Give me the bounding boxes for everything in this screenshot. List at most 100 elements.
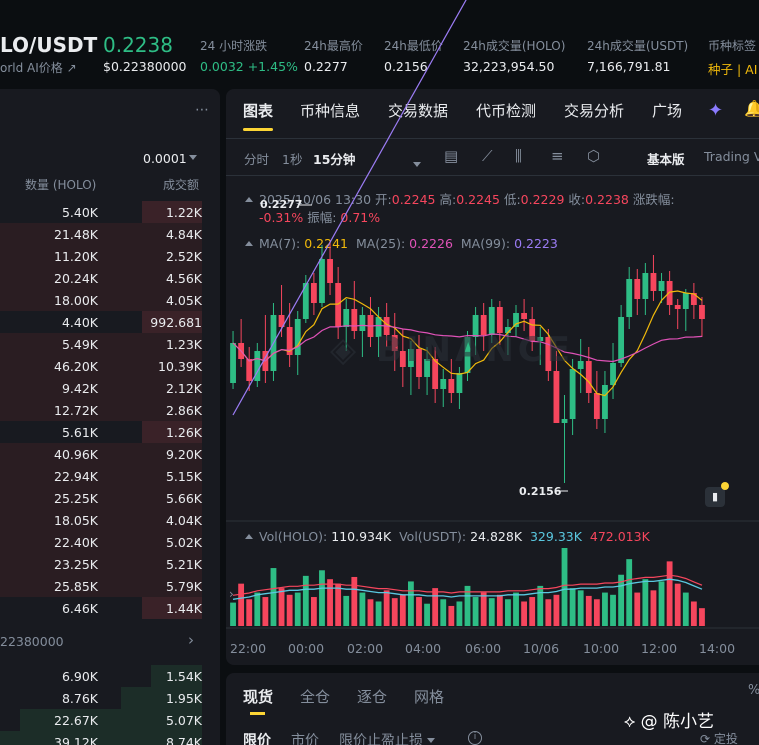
order-limit[interactable]: 限价 xyxy=(243,730,271,745)
ask-qty: 4.40K xyxy=(61,315,98,330)
tab-square[interactable]: 广场 xyxy=(652,100,682,121)
bid-row[interactable]: 22.67K 5.07K xyxy=(0,709,202,731)
ask-row[interactable]: 21.48K 4.84K xyxy=(0,223,202,245)
tf-15m[interactable]: 15分钟 xyxy=(313,149,355,168)
stat-vol-holo-label: 24h成交量(HOLO) xyxy=(463,39,566,53)
auto-invest-link[interactable]: ⟳ 定投 xyxy=(700,730,738,745)
bid-row[interactable]: 6.90K 1.54K xyxy=(0,665,202,687)
ask-row[interactable]: 22.94K 5.15K xyxy=(0,465,202,487)
x-tick-label: 14:00 xyxy=(699,641,736,656)
ask-qty: 18.00K xyxy=(54,293,98,308)
ask-qty: 22.40K xyxy=(54,535,98,550)
ask-qty: 9.42K xyxy=(61,381,98,396)
calendar-icon[interactable]: ▤ xyxy=(444,147,458,165)
ask-total: 1.23K xyxy=(165,337,202,352)
chevron-right-icon[interactable]: › xyxy=(188,631,194,649)
x-tick-label: 00:00 xyxy=(288,641,325,656)
tab-underline xyxy=(250,712,265,715)
bid-total: 5.07K xyxy=(165,713,202,728)
ticker-strip xyxy=(0,0,759,8)
ask-row[interactable]: 20.24K 4.56K xyxy=(0,267,202,289)
bid-row[interactable]: 39.12K 8.74K xyxy=(0,731,202,745)
indicators-icon[interactable]: ≡ xyxy=(551,147,564,165)
collapse-icon[interactable] xyxy=(245,197,253,202)
ask-total: 4.56K xyxy=(165,271,202,286)
high-price-tag: 0.2277 xyxy=(260,198,303,211)
ask-qty: 18.05K xyxy=(54,513,98,528)
ask-row[interactable]: 6.46K 1.44K xyxy=(0,597,202,619)
stat-change-label: 24 小时涨跌 xyxy=(200,39,268,53)
precision-select[interactable]: 0.0001 xyxy=(143,151,187,166)
ai-sparkle-icon[interactable]: ✦ xyxy=(708,100,723,121)
ask-row[interactable]: 18.00K 4.05K xyxy=(0,289,202,311)
ask-row[interactable]: 5.49K 1.23K xyxy=(0,333,202,355)
info-icon[interactable]: i xyxy=(468,731,482,745)
ask-row[interactable]: 40.96K 9.20K xyxy=(0,443,202,465)
candles-icon[interactable]: ⫼ xyxy=(515,147,522,165)
tab-grid[interactable]: 网格 xyxy=(414,686,444,707)
tab-coin-info[interactable]: 币种信息 xyxy=(300,100,360,121)
ask-row[interactable]: 4.40K 992.681 xyxy=(0,311,202,333)
ask-qty: 25.85K xyxy=(54,579,98,594)
ob-col-qty: 数量 (HOLO) xyxy=(25,178,97,192)
bid-row[interactable]: 8.76K 1.95K xyxy=(0,687,202,709)
refresh-icon: ⟳ xyxy=(700,732,711,745)
tab-trade-analysis[interactable]: 交易分析 xyxy=(564,100,624,121)
ask-qty: 5.49K xyxy=(61,337,98,352)
bid-qty: 39.12K xyxy=(54,735,98,745)
collapse-icon[interactable] xyxy=(245,241,253,246)
ask-row[interactable]: 22.40K 5.02K xyxy=(0,531,202,553)
bid-total: 1.95K xyxy=(165,691,202,706)
stat-low-value: 0.2156 xyxy=(384,59,428,74)
chart-note-icon[interactable]: ▮ xyxy=(705,487,725,507)
tab-trade-data[interactable]: 交易数据 xyxy=(388,100,448,121)
tf-1s[interactable]: 1秒 xyxy=(282,149,302,168)
tf-timeline[interactable]: 分时 xyxy=(244,149,269,168)
ask-qty: 23.25K xyxy=(54,557,98,572)
interval-dropdown-icon[interactable] xyxy=(413,153,421,171)
ask-row[interactable]: 46.20K 10.39K xyxy=(0,355,202,377)
chevron-down-icon xyxy=(427,738,436,743)
x-tick-label: 22:00 xyxy=(230,641,267,656)
ask-row[interactable]: 5.40K 1.22K xyxy=(0,201,202,223)
ask-qty: 12.72K xyxy=(54,403,98,418)
stat-tags-value[interactable]: 种子 | AI xyxy=(708,59,757,78)
ask-qty: 46.20K xyxy=(54,359,98,374)
collapse-icon[interactable] xyxy=(245,534,253,539)
tab-token-check[interactable]: 代币检测 xyxy=(476,100,536,121)
expand-left-icon[interactable]: › xyxy=(229,587,234,601)
volume-legend: Vol(HOLO): 110.934K Vol(USDT): 24.828K 3… xyxy=(245,529,650,544)
ask-qty: 6.46K xyxy=(61,601,98,616)
bell-icon[interactable]: 🔔 xyxy=(744,99,759,118)
tab-isolated[interactable]: 逐仓 xyxy=(357,686,387,707)
stat-vol-holo-value: 32,223,954.50 xyxy=(463,59,555,74)
ask-row[interactable]: 11.20K 2.52K xyxy=(0,245,202,267)
watermark-logo-icon: ⟡ xyxy=(624,712,636,732)
ask-row[interactable]: 9.42K 2.12K xyxy=(0,377,202,399)
tab-spot[interactable]: 现货 xyxy=(243,686,273,707)
ask-total: 10.39K xyxy=(158,359,202,374)
x-tick-label: 04:00 xyxy=(405,641,442,656)
ask-row[interactable]: 5.61K 1.26K xyxy=(0,421,202,443)
ask-row[interactable]: 25.85K 5.79K xyxy=(0,575,202,597)
order-stop-limit[interactable]: 限价止盈止损 xyxy=(339,730,436,745)
fee-percent[interactable]: % xyxy=(748,683,759,698)
mode-basic[interactable]: 基本版 xyxy=(647,149,685,168)
ask-total: 1.44K xyxy=(165,601,202,616)
more-icon[interactable]: ⋯ xyxy=(195,102,209,118)
order-market[interactable]: 市价 xyxy=(291,730,319,745)
tab-cross[interactable]: 全仓 xyxy=(300,686,330,707)
ask-row[interactable]: 18.05K 4.04K xyxy=(0,509,202,531)
chevron-down-icon[interactable] xyxy=(189,155,197,160)
ask-total: 1.22K xyxy=(165,205,202,220)
ask-total: 4.04K xyxy=(165,513,202,528)
tab-chart[interactable]: 图表 xyxy=(243,100,273,121)
ask-row[interactable]: 12.72K 2.86K xyxy=(0,399,202,421)
line-chart-icon[interactable]: ⟋ xyxy=(482,147,493,165)
mode-tradingview[interactable]: Trading V xyxy=(704,149,759,164)
stat-high-value: 0.2277 xyxy=(304,59,348,74)
ask-row[interactable]: 25.25K 5.66K xyxy=(0,487,202,509)
ask-row[interactable]: 23.25K 5.21K xyxy=(0,553,202,575)
pair-sub-label[interactable]: orld AI价格 ↗ xyxy=(0,59,77,76)
settings-icon[interactable]: ⬡ xyxy=(587,147,600,165)
